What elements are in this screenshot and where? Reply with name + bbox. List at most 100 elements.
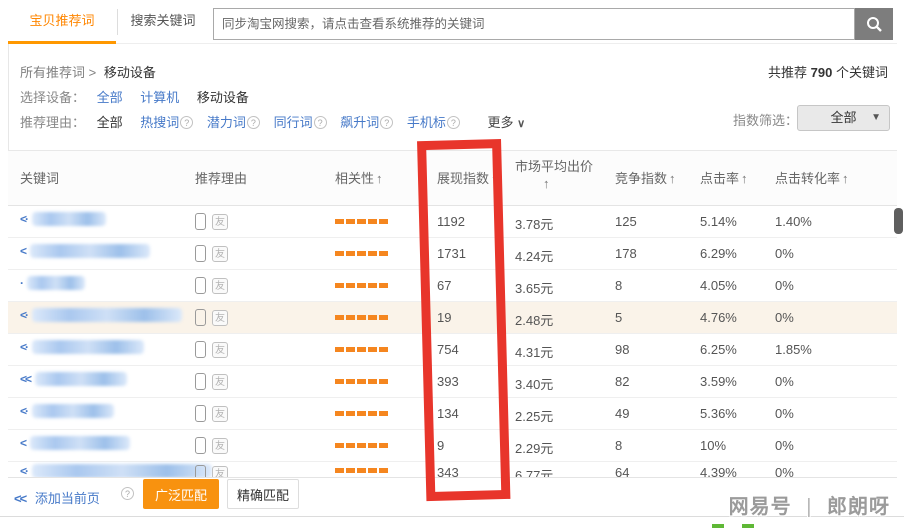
bottom-artifact (712, 524, 724, 528)
broad-match-button[interactable]: 广泛匹配 (143, 479, 219, 509)
click-rate: 6.29% (700, 246, 737, 261)
col-header-avg-price[interactable]: 市场平均出价↑ (515, 158, 601, 192)
keyword-marker: < (20, 244, 25, 258)
help-icon[interactable]: ? (180, 116, 193, 129)
mobile-tag-icon (195, 373, 206, 390)
mobile-tag-icon (195, 245, 206, 262)
sort-asc-icon: ↑ (842, 171, 849, 186)
reason-option-potential[interactable]: 潜力词 (207, 115, 246, 130)
redacted-keyword (32, 340, 144, 354)
device-filter-row: 选择设备： 全部 计算机 移动设备 (20, 87, 263, 106)
search-button[interactable] (855, 8, 893, 40)
competition-index: 178 (615, 246, 637, 261)
reason-option-all-selected[interactable]: 全部 (97, 115, 123, 130)
mobile-tag-icon (195, 309, 206, 326)
conversion-rate: 0% (775, 310, 794, 325)
avg-price: 2.29元 (515, 438, 553, 457)
add-current-page-link[interactable]: << 添加当前页 (14, 488, 100, 507)
keyword-marker: <· (20, 340, 27, 354)
table-row[interactable]: < 友 1731 4.24元 178 6.29% 0% (8, 238, 897, 270)
reason-option-rising[interactable]: 飙升词 (340, 115, 379, 130)
reason-filter-label: 推荐理由： (20, 115, 85, 130)
breadcrumb-parent[interactable]: 所有推荐词 (20, 65, 85, 80)
col-header-ctr[interactable]: 点击率↑ (700, 168, 748, 187)
conversion-rate: 0% (775, 374, 794, 389)
vertical-scrollbar-thumb[interactable] (894, 208, 903, 234)
avg-price: 3.78元 (515, 214, 553, 233)
total-keyword-count: 共推荐 790 个关键词 (768, 62, 888, 81)
help-icon[interactable]: ? (247, 116, 260, 129)
help-icon[interactable]: ? (121, 487, 134, 500)
index-filter-label: 指数筛选： (733, 110, 798, 129)
impression-index: 393 (437, 374, 459, 389)
tab-search-keyword[interactable]: 搜索关键词 (128, 0, 198, 41)
device-option-mobile-selected[interactable]: 移动设备 (197, 90, 249, 105)
col-header-keyword: 关键词 (20, 168, 59, 187)
redacted-keyword (32, 404, 114, 418)
reason-option-peer[interactable]: 同行词 (274, 115, 313, 130)
device-option-pc[interactable]: 计算机 (140, 90, 179, 105)
avg-price: 2.48元 (515, 310, 553, 329)
col-header-relevance[interactable]: 相关性↑ (335, 168, 383, 187)
reason-badge-icon: 友 (212, 374, 228, 390)
impression-index: 754 (437, 342, 459, 357)
competition-index: 8 (615, 278, 622, 293)
exact-match-button[interactable]: 精确匹配 (227, 479, 299, 509)
col-header-impression[interactable]: 展现指数↑ (437, 168, 498, 187)
impression-index: 67 (437, 278, 451, 293)
device-option-all[interactable]: 全部 (97, 90, 123, 105)
keyword-count-value: 790 (811, 65, 833, 80)
reason-filter-row: 推荐理由： 全部 热搜词? 潜力词? 同行词? 飙升词? 手机标? 更多 ∨ (20, 112, 525, 131)
competition-index: 8 (615, 438, 622, 453)
search-input[interactable]: 同步淘宝网搜索，请点击查看系统推荐的关键词 (213, 8, 855, 40)
help-icon[interactable]: ? (380, 116, 393, 129)
click-rate: 5.14% (700, 214, 737, 229)
relevance-bars (335, 443, 388, 448)
col-header-cvr[interactable]: 点击转化率↑ (775, 168, 849, 187)
double-chevron-left-icon: << (14, 491, 25, 506)
table-row[interactable]: <· 友 754 4.31元 98 6.25% 1.85% (8, 334, 897, 366)
active-tab-underline (8, 41, 116, 44)
tab-item-recommend[interactable]: 宝贝推荐词 (8, 0, 116, 41)
index-filter-dropdown[interactable]: 全部 ▼ (797, 105, 890, 131)
table-row[interactable]: < 友 9 2.29元 8 10% 0% (8, 430, 897, 462)
table-row[interactable]: << 友 393 3.40元 82 3.59% 0% (8, 366, 897, 398)
chevron-down-icon: ∨ (517, 118, 525, 130)
conversion-rate: 0% (775, 246, 794, 261)
redacted-keyword (35, 372, 127, 386)
breadcrumb: 所有推荐词 > 移动设备 (20, 62, 156, 81)
conversion-rate: 0% (775, 406, 794, 421)
click-rate: 5.36% (700, 406, 737, 421)
avg-price: 2.25元 (515, 406, 553, 425)
redacted-keyword (30, 436, 130, 450)
device-filter-label: 选择设备： (20, 90, 85, 105)
reason-badge-icon: 友 (212, 406, 228, 422)
reason-option-hot[interactable]: 热搜词 (140, 115, 179, 130)
watermark-separator: | (806, 496, 812, 518)
table-row[interactable]: <· 友 134 2.25元 49 5.36% 0% (8, 398, 897, 430)
keyword-marker: <· (20, 404, 27, 418)
keyword-marker: << (20, 372, 30, 386)
help-icon[interactable]: ? (447, 116, 460, 129)
avg-price: 3.40元 (515, 374, 553, 393)
table-row-highlighted[interactable]: <· 友 19 2.48元 5 4.76% 0% (8, 302, 897, 334)
relevance-bars (335, 468, 388, 473)
reason-option-mobile-tag[interactable]: 手机标 (407, 115, 446, 130)
sort-asc-icon: ↑ (376, 171, 383, 186)
bottom-artifact (742, 524, 754, 528)
help-icon[interactable]: ? (314, 116, 327, 129)
table-row-clipped[interactable]: <· 友 343 6.77元 64 4.39% 0% (8, 462, 897, 477)
relevance-bars (335, 315, 388, 320)
table-row[interactable]: <· 友 1192 3.78元 125 5.14% 1.40% (8, 206, 897, 238)
breadcrumb-current: 移动设备 (104, 65, 156, 80)
keyword-tool-window: 宝贝推荐词 搜索关键词 同步淘宝网搜索，请点击查看系统推荐的关键词 所有推荐词 … (0, 0, 904, 528)
conversion-rate: 0% (775, 278, 794, 293)
redacted-keyword (32, 308, 182, 322)
table-row[interactable]: · 友 67 3.65元 8 4.05% 0% (8, 270, 897, 302)
keyword-marker: <· (20, 308, 27, 322)
competition-index: 82 (615, 374, 629, 389)
impression-index: 19 (437, 310, 451, 325)
reason-badge-icon: 友 (212, 342, 228, 358)
col-header-competition[interactable]: 竞争指数↑ (615, 168, 676, 187)
more-filters-link[interactable]: 更多 ∨ (487, 115, 525, 130)
